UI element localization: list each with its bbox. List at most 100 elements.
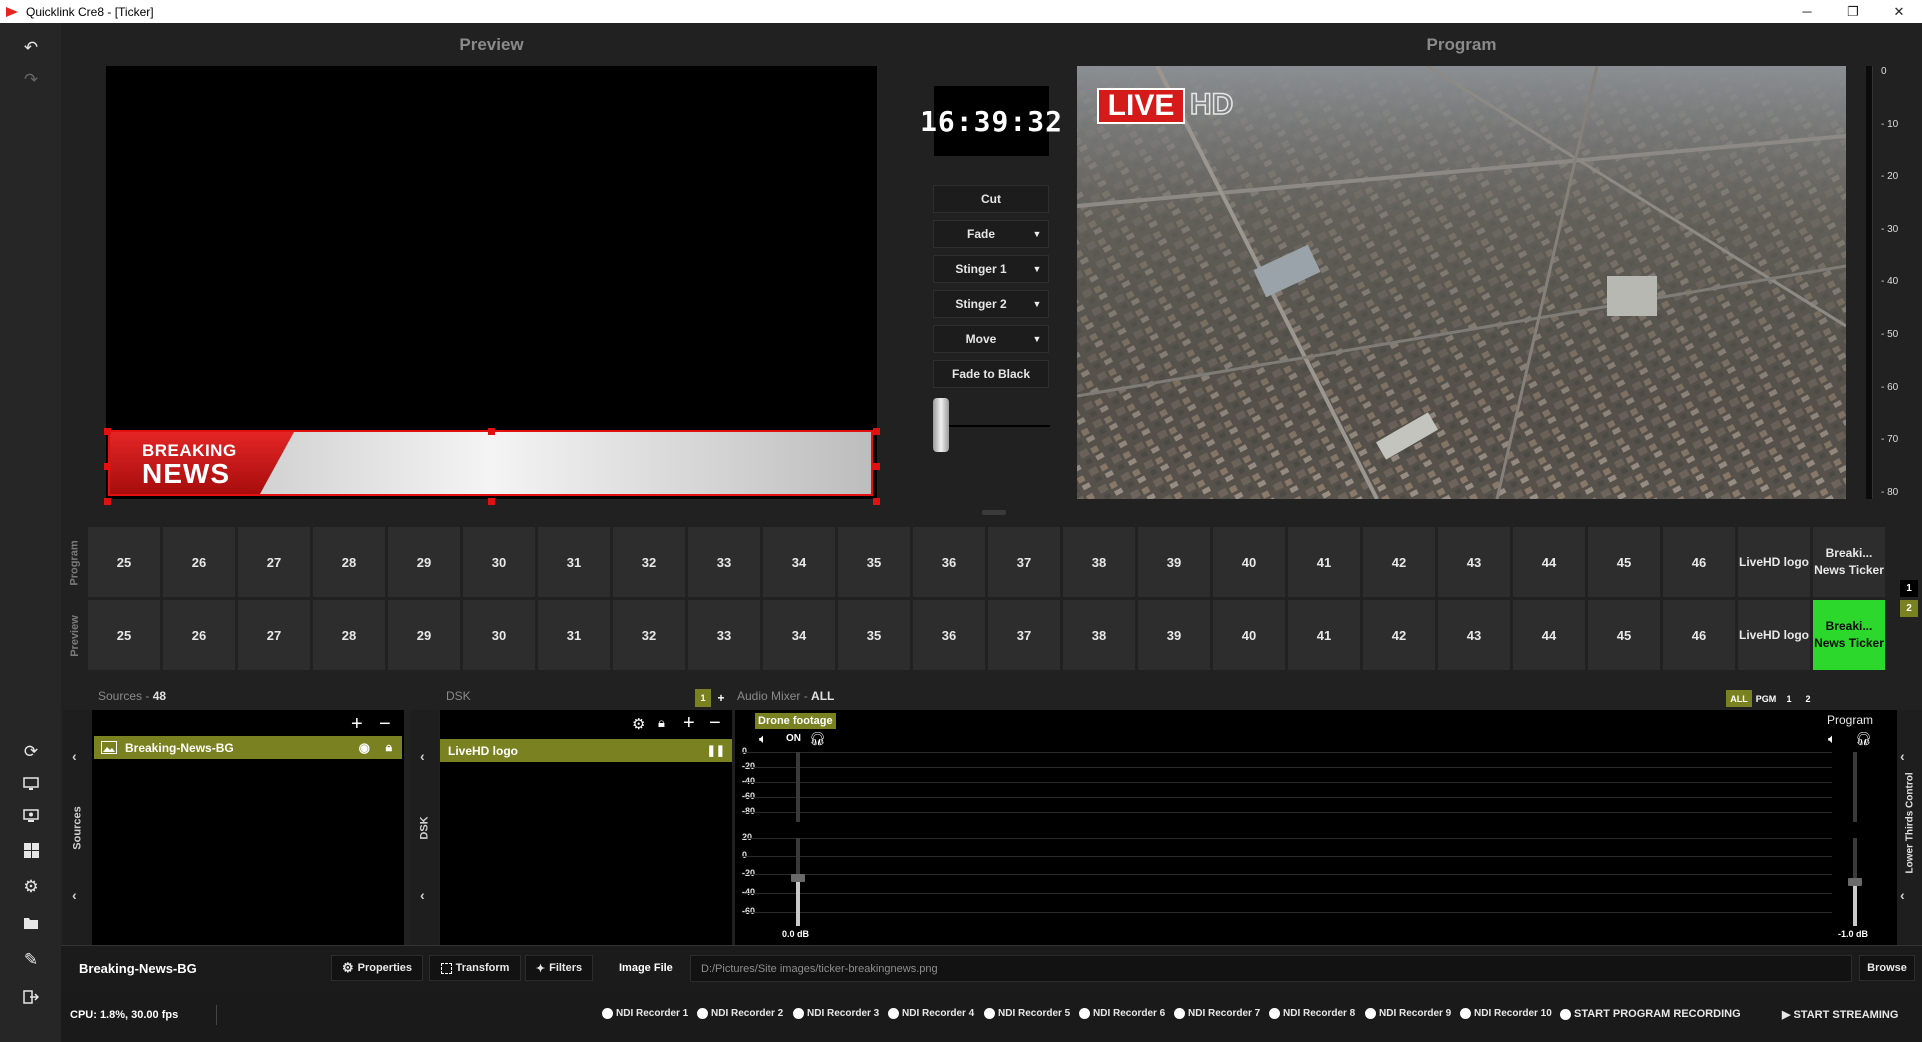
folder-icon[interactable]: [18, 910, 44, 936]
ndi-recorder-toggle[interactable]: NDI Recorder 10: [1460, 1008, 1552, 1019]
dsk-lock-icon[interactable]: 🔒︎: [658, 715, 665, 731]
program-source-button[interactable]: 43: [1438, 527, 1510, 597]
chevron-left-icon[interactable]: ‹: [1900, 887, 1905, 903]
transform-button[interactable]: Transform: [429, 955, 521, 981]
program-source-button[interactable]: 42: [1363, 527, 1435, 597]
preview-source-button[interactable]: 28: [313, 600, 385, 670]
preview-source-button[interactable]: 32: [613, 600, 685, 670]
preview-source-button[interactable]: 44: [1513, 600, 1585, 670]
ndi-recorder-toggle[interactable]: NDI Recorder 5: [984, 1008, 1070, 1019]
minimize-button[interactable]: ─: [1784, 0, 1830, 23]
monitor-icon[interactable]: [18, 771, 44, 797]
start-streaming-button[interactable]: ▶ START STREAMING: [1782, 1008, 1898, 1022]
program-source-button[interactable]: 46: [1663, 527, 1735, 597]
speaker-icon[interactable]: 🔈︎: [759, 731, 767, 747]
chevron-left-icon[interactable]: ‹: [420, 887, 425, 903]
undo-icon[interactable]: ↶: [18, 35, 44, 61]
screen-capture-icon[interactable]: [18, 803, 44, 829]
cut-button[interactable]: Cut: [933, 185, 1049, 213]
preview-source-button[interactable]: 36: [913, 600, 985, 670]
dsk-layer-badge[interactable]: 1: [695, 689, 711, 707]
program-source-button[interactable]: 35: [838, 527, 910, 597]
ndi-recorder-toggle[interactable]: NDI Recorder 1: [602, 1008, 688, 1019]
resize-handle[interactable]: [873, 428, 880, 435]
resize-handle[interactable]: [488, 498, 495, 505]
dropdown-arrow-icon[interactable]: ▼: [1026, 221, 1048, 247]
ndi-recorder-toggle[interactable]: NDI Recorder 8: [1269, 1008, 1355, 1019]
preview-source-button[interactable]: 45: [1588, 600, 1660, 670]
program-source-button[interactable]: 34: [763, 527, 835, 597]
preview-source-button[interactable]: 46: [1663, 600, 1735, 670]
preview-source-button[interactable]: 39: [1138, 600, 1210, 670]
bus-number-1[interactable]: 1: [1900, 580, 1918, 597]
chevron-left-icon[interactable]: ‹: [1900, 748, 1905, 764]
remove-source-button[interactable]: −: [379, 713, 391, 736]
program-fader-knob[interactable]: [1848, 878, 1862, 886]
stinger-1-button[interactable]: Stinger 1 ▼: [933, 255, 1049, 283]
t-bar-handle[interactable]: [933, 398, 949, 452]
program-source-button[interactable]: 26: [163, 527, 235, 597]
lock-icon[interactable]: 🔒︎: [386, 740, 392, 755]
filters-button[interactable]: ✦ Filters: [525, 955, 593, 981]
program-source-button[interactable]: 25: [88, 527, 160, 597]
preview-source-button[interactable]: 33: [688, 600, 760, 670]
program-speaker-icon[interactable]: 🔈︎: [1828, 731, 1836, 747]
resize-handle[interactable]: [104, 428, 111, 435]
bus-number-2[interactable]: 2: [1900, 600, 1918, 617]
preview-source-button[interactable]: 31: [538, 600, 610, 670]
ndi-recorder-toggle[interactable]: NDI Recorder 7: [1174, 1008, 1260, 1019]
settings-gear-icon[interactable]: ⚙: [18, 874, 44, 900]
preview-source-button[interactable]: Breaki... News Ticker: [1813, 600, 1885, 670]
program-source-button[interactable]: 30: [463, 527, 535, 597]
program-monitor[interactable]: LIVE HD: [1077, 66, 1846, 499]
program-source-button[interactable]: Breaki... News Ticker: [1813, 527, 1885, 597]
program-source-button[interactable]: 36: [913, 527, 985, 597]
preview-source-button[interactable]: 41: [1288, 600, 1360, 670]
move-button[interactable]: Move ▼: [933, 325, 1049, 353]
program-source-button[interactable]: 37: [988, 527, 1060, 597]
properties-button[interactable]: ⚙ Properties: [331, 955, 423, 981]
dropdown-arrow-icon[interactable]: ▼: [1026, 326, 1048, 352]
ndi-recorder-toggle[interactable]: NDI Recorder 3: [793, 1008, 879, 1019]
program-source-button[interactable]: 28: [313, 527, 385, 597]
program-source-button[interactable]: 33: [688, 527, 760, 597]
lower-thirds-control-label[interactable]: Lower Thirds Control: [1905, 772, 1916, 873]
fade-button[interactable]: Fade ▼: [933, 220, 1049, 248]
mixer-tab-1[interactable]: 1: [1781, 690, 1797, 707]
close-button[interactable]: ✕: [1876, 0, 1922, 23]
program-source-button[interactable]: 45: [1588, 527, 1660, 597]
program-source-button[interactable]: 44: [1513, 527, 1585, 597]
preview-source-button[interactable]: 25: [88, 600, 160, 670]
image-file-path-input[interactable]: D:/Pictures/Site images/ticker-breakingn…: [690, 955, 1852, 982]
channel-fader-knob[interactable]: [791, 873, 805, 882]
program-source-button[interactable]: LiveHD logo: [1738, 527, 1810, 597]
resize-handle[interactable]: [873, 463, 880, 470]
channel-on-toggle[interactable]: ON: [786, 733, 801, 744]
preview-source-button[interactable]: 40: [1213, 600, 1285, 670]
refresh-icon[interactable]: ⟳: [18, 739, 44, 765]
dsk-remove-button[interactable]: −: [709, 712, 721, 735]
program-headphones-icon[interactable]: 🎧︎: [1855, 731, 1872, 747]
program-source-button[interactable]: 27: [238, 527, 310, 597]
source-item[interactable]: Breaking-News-BG ◉ 🔒︎: [94, 736, 402, 759]
add-source-button[interactable]: +: [351, 713, 363, 736]
preview-source-button[interactable]: 35: [838, 600, 910, 670]
stinger-2-button[interactable]: Stinger 2 ▼: [933, 290, 1049, 318]
program-source-button[interactable]: 31: [538, 527, 610, 597]
resize-handle[interactable]: [104, 498, 111, 505]
preview-monitor[interactable]: BREAKING NEWS: [104, 66, 880, 505]
dropdown-arrow-icon[interactable]: ▼: [1026, 291, 1048, 317]
preview-source-button[interactable]: 30: [463, 600, 535, 670]
chevron-left-icon[interactable]: ‹: [72, 887, 77, 903]
headphones-icon[interactable]: 🎧︎: [809, 731, 826, 747]
preview-source-button[interactable]: LiveHD logo: [1738, 600, 1810, 670]
pause-icon[interactable]: ❚❚: [707, 744, 725, 757]
program-source-button[interactable]: 29: [388, 527, 460, 597]
ndi-recorder-toggle[interactable]: NDI Recorder 2: [697, 1008, 783, 1019]
dsk-item[interactable]: LiveHD logo ❚❚: [440, 739, 732, 762]
tools-icon[interactable]: ✎: [18, 947, 44, 973]
ndi-recorder-toggle[interactable]: NDI Recorder 4: [888, 1008, 974, 1019]
ndi-recorder-toggle[interactable]: NDI Recorder 6: [1079, 1008, 1165, 1019]
start-program-recording-button[interactable]: START PROGRAM RECORDING: [1560, 1008, 1741, 1020]
browse-button[interactable]: Browse: [1859, 955, 1915, 981]
